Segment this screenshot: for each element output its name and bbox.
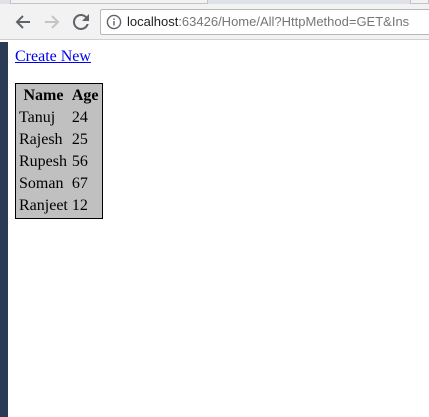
address-bar[interactable]: localhost:63426/Home/All?HttpMethod=GET&… — [100, 9, 429, 35]
reload-button[interactable] — [70, 11, 92, 33]
cell-name: Rajesh — [19, 131, 63, 148]
cell-name: Tanuj — [19, 109, 56, 126]
cell-age: 67 — [71, 175, 88, 192]
table-row: Rupesh 56 — [18, 152, 100, 172]
column-header-age: Age — [71, 87, 99, 104]
table-row: Ranjeet 12 — [18, 196, 100, 216]
info-icon[interactable] — [106, 14, 122, 30]
cell-age: 56 — [71, 153, 88, 170]
url-text[interactable]: localhost:63426/Home/All?HttpMethod=GET&… — [127, 14, 409, 30]
arrow-left-icon — [15, 15, 30, 29]
table-row: Rajesh 25 — [18, 130, 100, 150]
table-header-row: Name Age — [18, 86, 100, 106]
forward-button[interactable] — [41, 11, 63, 33]
cell-age: 25 — [71, 131, 88, 148]
url-host: localhost — [127, 14, 179, 29]
window-edge — [0, 42, 8, 417]
arrow-right-icon — [45, 15, 60, 29]
url-path: :63426/Home/All?HttpMethod=GET&Ins — [178, 14, 410, 29]
cell-name: Rupesh — [19, 153, 67, 170]
create-new-link[interactable]: Create New — [15, 48, 103, 66]
table-row: Tanuj 24 — [18, 108, 100, 128]
table-row: Soman 67 — [18, 174, 100, 194]
browser-toolbar: localhost:63426/Home/All?HttpMethod=GET&… — [0, 4, 429, 40]
back-button[interactable] — [12, 11, 34, 33]
reload-icon — [73, 14, 89, 30]
cell-age: 12 — [71, 197, 88, 214]
column-header-name: Name — [23, 87, 64, 104]
browser-window: localhost:63426/Home/All?HttpMethod=GET&… — [0, 0, 429, 417]
people-table: Name Age Tanuj 24 Rajesh 25 Rupesh 56 So… — [15, 83, 103, 219]
cell-name: Soman — [19, 175, 64, 192]
cell-name: Ranjeet — [19, 197, 68, 214]
page-content: Create New Name Age Tanuj 24 Rajesh 25 R… — [15, 48, 103, 219]
cell-age: 24 — [71, 109, 88, 126]
